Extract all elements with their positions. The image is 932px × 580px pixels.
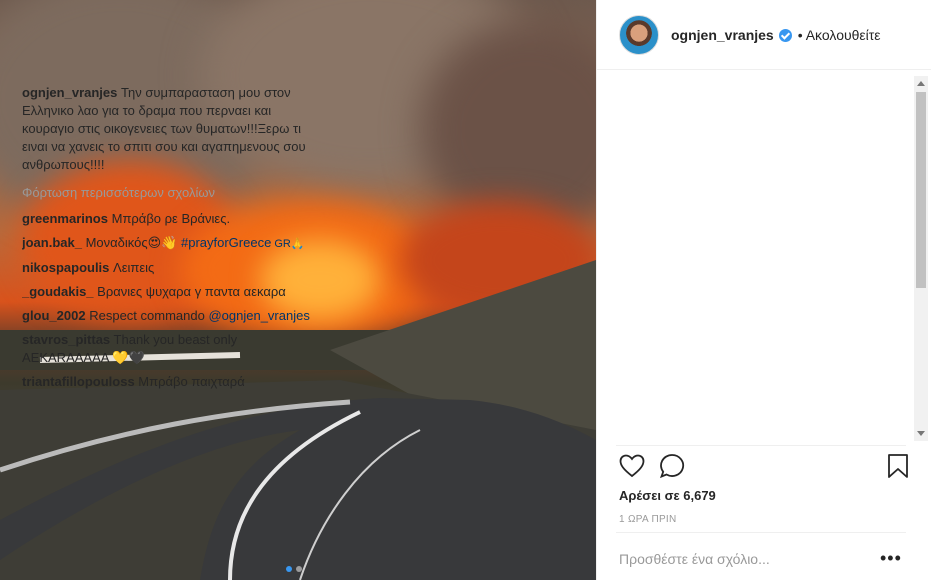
bookmark-icon (888, 454, 908, 478)
comment: stavros_pittas Thank you beast only ΑΕΚΑ… (22, 331, 312, 367)
comment-username[interactable]: nikospapoulis (22, 260, 109, 275)
caption-username[interactable]: ognjen_vranjes (22, 85, 117, 100)
divider (616, 445, 906, 446)
mention-link[interactable]: @ognjen_vranjes (208, 308, 309, 323)
comment-username[interactable]: _goudakis_ (22, 284, 94, 299)
add-comment-input[interactable]: Προσθέστε ένα σχόλιο... (619, 551, 770, 567)
comment-text: Μπράβο παιχταρά (138, 374, 245, 389)
scrollbar-thumb[interactable] (916, 92, 926, 288)
caption: ognjen_vranjes Την συμπαρασταση μου στον… (22, 84, 312, 174)
scroll-up-arrow-icon[interactable] (917, 81, 925, 86)
comment-username[interactable]: greenmarinos (22, 211, 108, 226)
heart-icon (619, 454, 645, 478)
carousel-dot[interactable] (286, 566, 292, 572)
comment: glou_2002 Respect commando @ognjen_vranj… (22, 307, 312, 325)
comment-text-tail: GR🙏 (271, 238, 305, 250)
comment: greenmarinos Μπράβο ρε Βράνιες. (22, 210, 312, 228)
post-timestamp[interactable]: 1 ΩΡΑ ΠΡΙΝ (619, 514, 677, 525)
following-label[interactable]: • Ακολουθείτε (798, 27, 881, 43)
comment-bubble-icon (659, 454, 685, 479)
comment-text: Βρανιες ψυχαρα γ παντα αεκαρα (97, 284, 286, 299)
carousel-dot[interactable] (296, 566, 302, 572)
divider (616, 532, 906, 533)
comment: joan.bak_ Μοναδικός😍👋 #prayforGreece GR🙏 (22, 234, 312, 253)
scroll-down-arrow-icon[interactable] (917, 431, 925, 436)
comment-text: Μοναδικός😍👋 (85, 235, 181, 250)
comment-text: Respect commando (89, 308, 209, 323)
comment-text: Λειπεις (113, 260, 155, 275)
likes-count[interactable]: Αρέσει σε 6,679 (619, 488, 716, 503)
comment-button[interactable] (658, 452, 686, 480)
verified-badge-icon (778, 29, 792, 42)
comment-username[interactable]: stavros_pittas (22, 332, 110, 347)
comment: _goudakis_ Βρανιες ψυχαρα γ παντα αεκαρα (22, 283, 312, 301)
action-bar (618, 452, 910, 482)
hashtag-link[interactable]: #prayforGreece (181, 235, 271, 250)
comment-text: Μπράβο ρε Βράνιες. (111, 211, 231, 226)
comment-username[interactable]: triantafillopouloss (22, 374, 135, 389)
load-more-comments-link[interactable]: Φόρτωση περισσότερων σχολίων (22, 184, 312, 202)
more-options-button[interactable]: ••• (880, 549, 902, 567)
comment-username[interactable]: glou_2002 (22, 308, 86, 323)
like-button[interactable] (618, 452, 646, 480)
comment-username[interactable]: joan.bak_ (22, 235, 82, 250)
header-username[interactable]: ognjen_vranjes (671, 27, 774, 43)
comment: triantafillopouloss Μπράβο παιχταρά (22, 373, 312, 391)
avatar[interactable] (619, 14, 659, 55)
comments-scrollbar[interactable] (914, 76, 928, 441)
post-header: ognjen_vranjes • Ακολουθείτε (597, 0, 931, 70)
comment: nikospapoulis Λειπεις (22, 259, 312, 277)
comments-list: ognjen_vranjes Την συμπαρασταση μου στον… (22, 84, 312, 444)
save-button[interactable] (884, 452, 912, 480)
carousel-dots (286, 566, 302, 572)
